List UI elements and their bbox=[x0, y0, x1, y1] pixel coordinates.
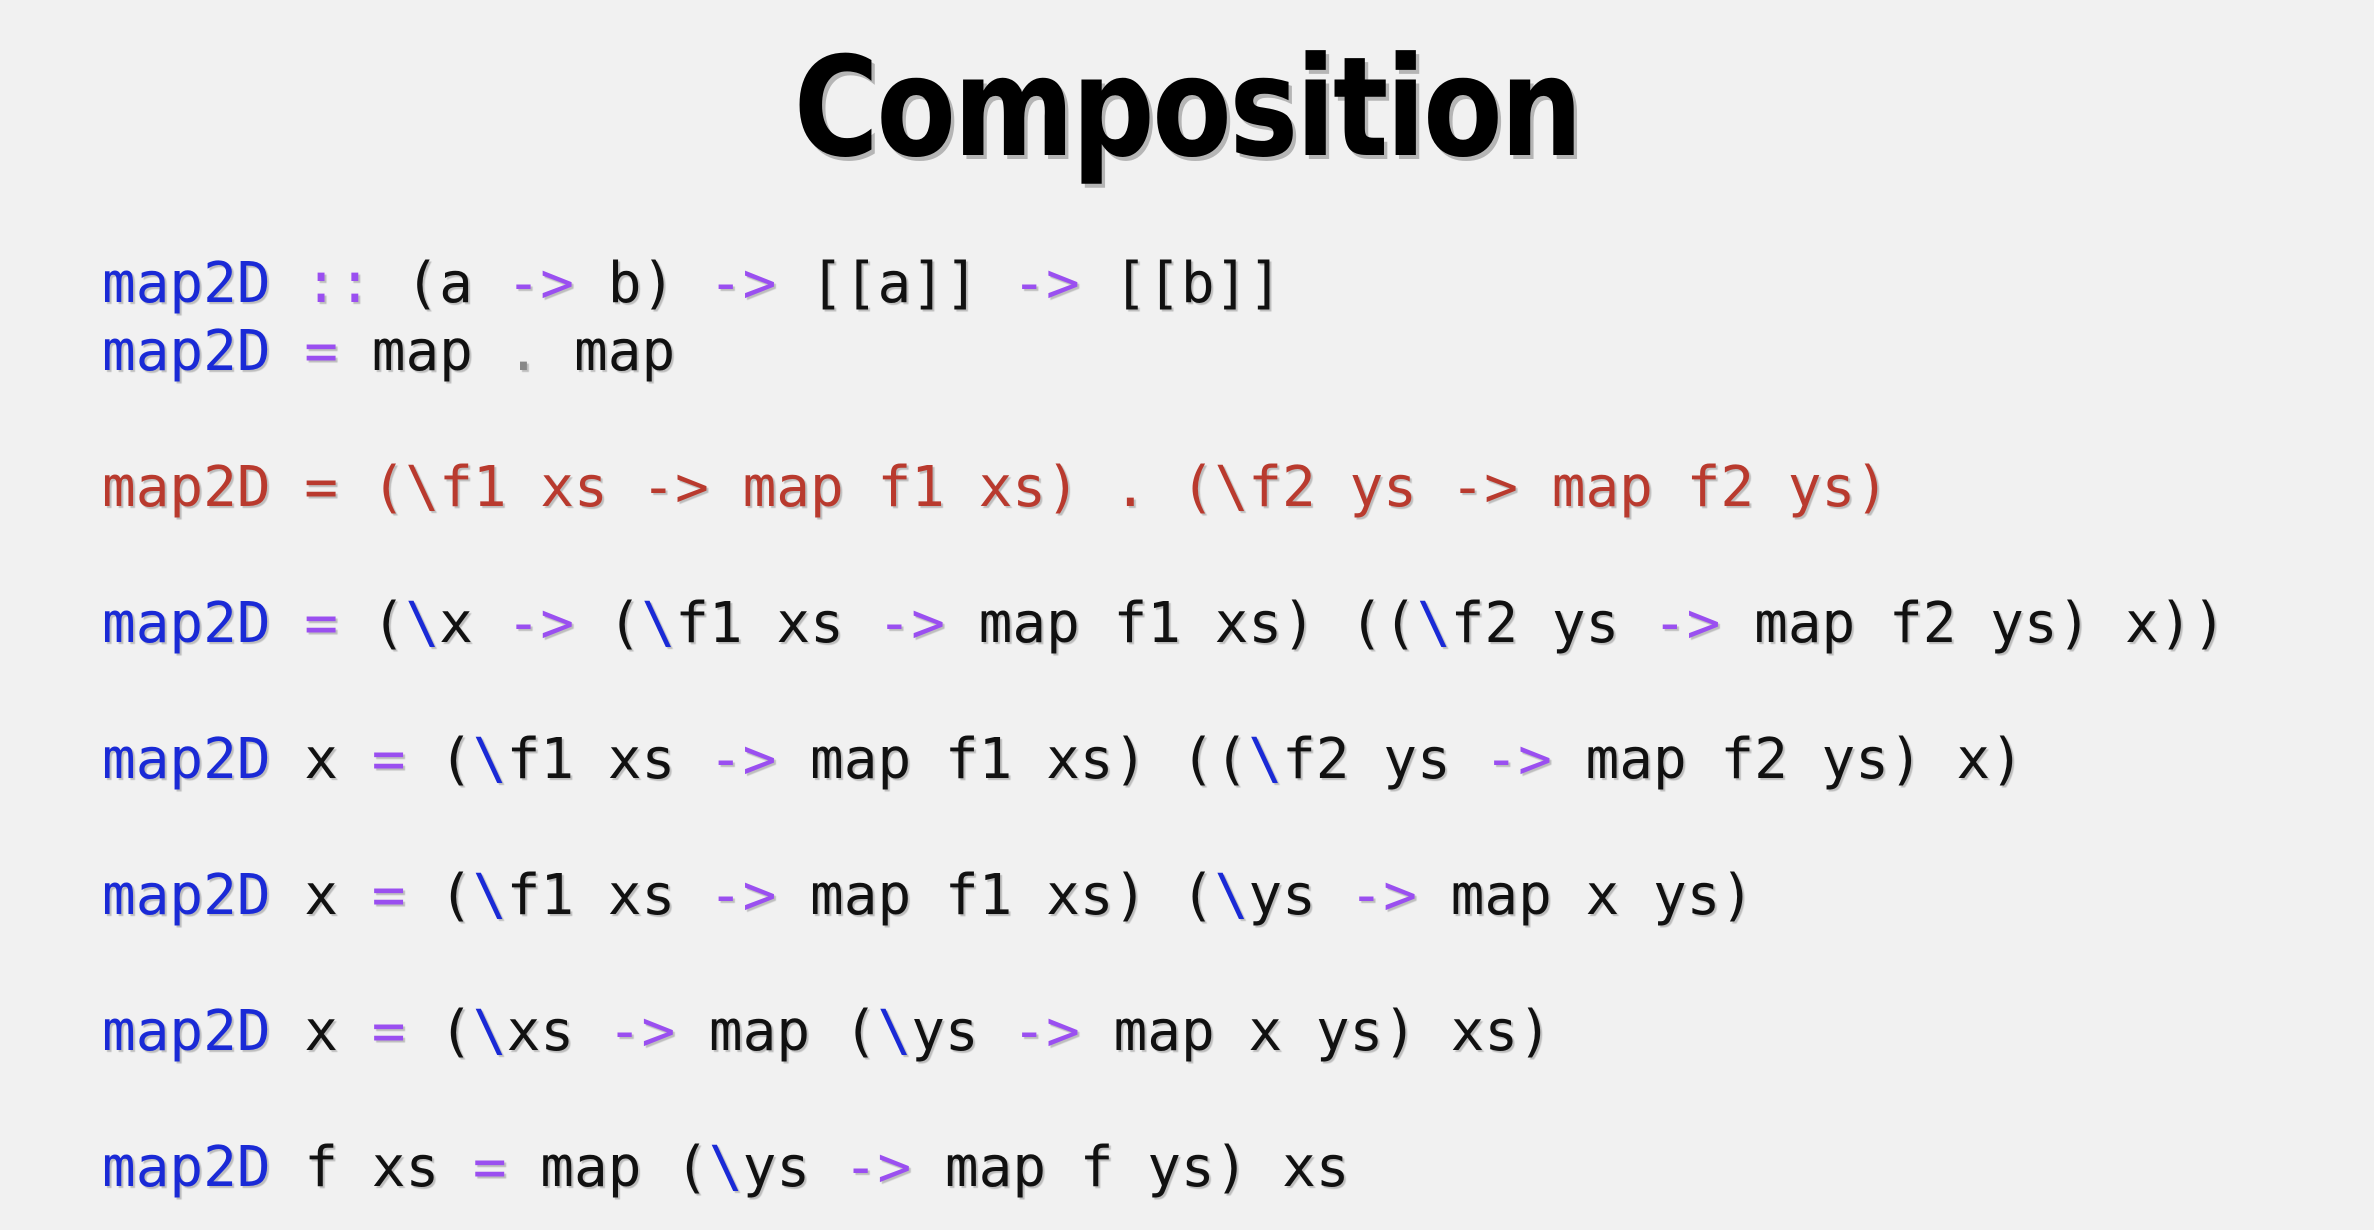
code-line: map2D x = (\f1 xs -> map f1 xs) ((\f2 ys… bbox=[102, 726, 2226, 794]
code-token: (a bbox=[371, 251, 507, 316]
code-token: :: bbox=[304, 251, 372, 316]
code-token: -> bbox=[843, 1135, 912, 1200]
code-token: map2D = (\f1 xs -> map f1 xs) . (\f2 ys … bbox=[102, 455, 1889, 520]
code-token: x bbox=[270, 727, 372, 792]
code-token: b) bbox=[574, 251, 709, 316]
code-token: -> bbox=[708, 863, 777, 928]
code-token: . bbox=[506, 319, 541, 384]
code-token: = bbox=[371, 999, 406, 1064]
code-line: map2D :: (a -> b) -> [[a]] -> [[b]] bbox=[102, 250, 2226, 318]
slide: Composition map2D :: (a -> b) -> [[a]] -… bbox=[0, 0, 2374, 1230]
code-line: map2D = (\f1 xs -> map f1 xs) . (\f2 ys … bbox=[102, 454, 2226, 522]
code-token: ys bbox=[1248, 863, 1350, 928]
code-token: map2D bbox=[102, 1135, 271, 1200]
code-token: x bbox=[270, 999, 372, 1064]
code-token: map2D bbox=[102, 999, 271, 1064]
code-token: \ bbox=[472, 863, 507, 928]
code-token: \ bbox=[405, 591, 440, 656]
code-token: map f2 ys) x) bbox=[1551, 727, 2024, 792]
code-token: -> bbox=[708, 251, 777, 316]
code-token: f1 xs bbox=[506, 863, 709, 928]
code-token: \ bbox=[1248, 727, 1283, 792]
slide-title: Composition bbox=[793, 27, 1583, 188]
code-token: map f2 ys) x)) bbox=[1720, 591, 2227, 656]
code-token: ( bbox=[405, 727, 473, 792]
code-token: = bbox=[371, 863, 406, 928]
code-token: ys bbox=[742, 1135, 844, 1200]
code-token: map2D bbox=[102, 727, 271, 792]
code-line: map2D x = (\f1 xs -> map f1 xs) (\ys -> … bbox=[102, 862, 2226, 930]
code-token: ( bbox=[405, 863, 473, 928]
code-token: = bbox=[371, 727, 406, 792]
code-token: map f1 xs) ( bbox=[776, 863, 1215, 928]
code-token: xs bbox=[506, 999, 608, 1064]
code-token: map x ys) xs) bbox=[1079, 999, 1552, 1064]
code-token: x bbox=[439, 591, 507, 656]
code-token: -> bbox=[708, 727, 777, 792]
code-token: -> bbox=[1652, 591, 1721, 656]
code-token: \ bbox=[1214, 863, 1249, 928]
code-token: -> bbox=[506, 251, 575, 316]
code-token: = bbox=[472, 1135, 507, 1200]
code-token: \ bbox=[1416, 591, 1451, 656]
code-token: f2 ys bbox=[1282, 727, 1485, 792]
code-token: ( bbox=[338, 591, 406, 656]
code-token: f1 xs bbox=[506, 727, 709, 792]
code-token: [[b]] bbox=[1079, 251, 1283, 316]
code-token: -> bbox=[1349, 863, 1417, 928]
code-token: ys bbox=[911, 999, 1013, 1064]
code-token: f2 ys bbox=[1450, 591, 1653, 656]
code-token: ( bbox=[574, 591, 642, 656]
code-token: -> bbox=[1012, 999, 1080, 1064]
code-token: f xs bbox=[270, 1135, 473, 1200]
code-token: ( bbox=[405, 999, 473, 1064]
code-line: map2D f xs = map (\ys -> map f ys) xs bbox=[102, 1134, 2226, 1202]
code-token: -> bbox=[607, 999, 676, 1064]
code-token: map bbox=[338, 319, 507, 384]
code-token: map2D bbox=[102, 251, 271, 316]
code-token: map ( bbox=[675, 999, 878, 1064]
code-token: \ bbox=[877, 999, 912, 1064]
code-token: map2D bbox=[102, 591, 271, 656]
code-token: map x ys) bbox=[1416, 863, 1755, 928]
code-token: x bbox=[270, 863, 372, 928]
code-token: map f1 xs) (( bbox=[944, 591, 1417, 656]
code-token: = bbox=[304, 591, 339, 656]
code-token: [[a]] bbox=[776, 251, 1013, 316]
code-line: map2D = map . map bbox=[102, 318, 2226, 386]
code-token: map2D bbox=[102, 319, 271, 384]
code-token: = bbox=[304, 319, 339, 384]
code-token: map f ys) xs bbox=[911, 1135, 1350, 1200]
code-token: map2D bbox=[102, 863, 271, 928]
code-token: \ bbox=[472, 999, 507, 1064]
code-token: map bbox=[540, 319, 676, 384]
code-line: map2D x = (\xs -> map (\ys -> map x ys) … bbox=[102, 998, 2226, 1066]
code-token: -> bbox=[1484, 727, 1552, 792]
code-token: \ bbox=[472, 727, 507, 792]
code-token: -> bbox=[1012, 251, 1080, 316]
code-token: map ( bbox=[506, 1135, 709, 1200]
code-token: -> bbox=[877, 591, 945, 656]
code-line: map2D = (\x -> (\f1 xs -> map f1 xs) ((\… bbox=[102, 590, 2226, 658]
code-token: \ bbox=[708, 1135, 743, 1200]
code-token: -> bbox=[506, 591, 575, 656]
code-block: map2D :: (a -> b) -> [[a]] -> [[b]] map2D… bbox=[102, 250, 2226, 1202]
code-token: f1 xs bbox=[675, 591, 878, 656]
code-token: map f1 xs) (( bbox=[776, 727, 1249, 792]
code-token: \ bbox=[641, 591, 676, 656]
